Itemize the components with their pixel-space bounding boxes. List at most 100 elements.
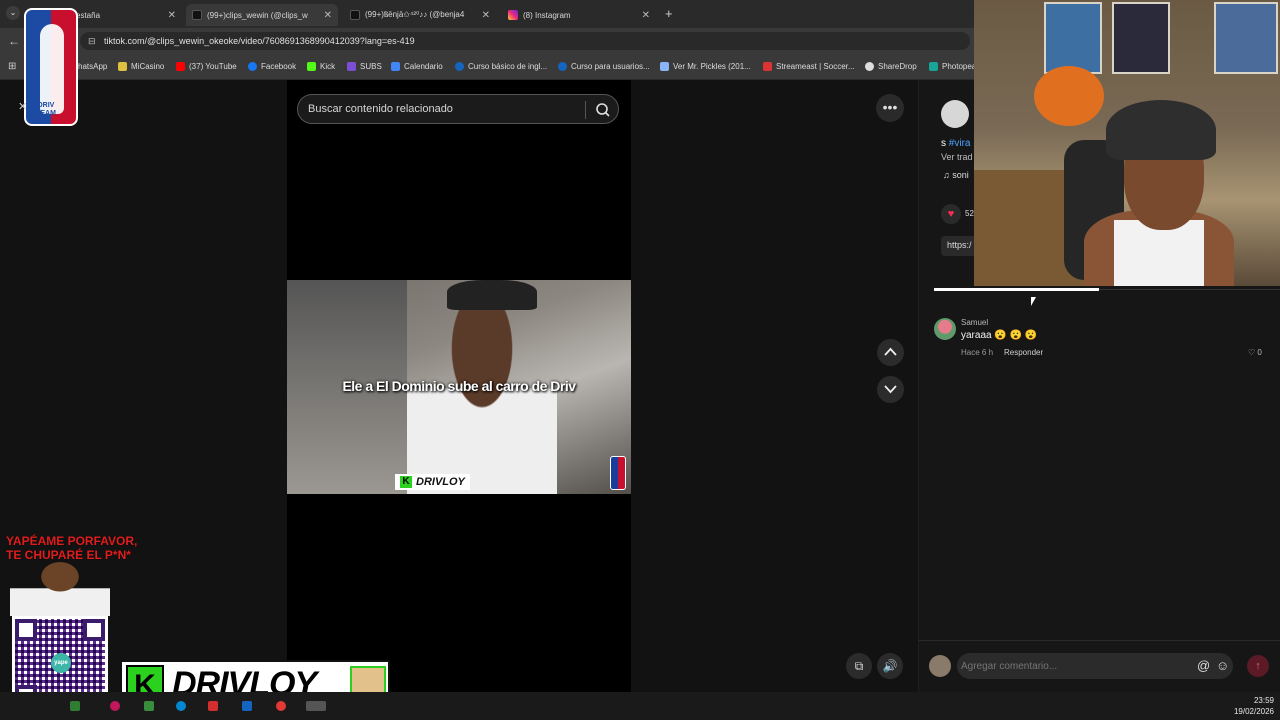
site-info-icon[interactable]: ⊟ xyxy=(88,36,96,47)
picture-in-picture-button[interactable]: ⧉ xyxy=(846,653,872,679)
taskbar-app-icon[interactable] xyxy=(276,701,286,711)
bookmark-facebook[interactable]: Facebook xyxy=(248,62,296,71)
comment-username[interactable]: Samuel xyxy=(961,318,988,327)
bookmark-kick[interactable]: Kick xyxy=(307,62,335,71)
bookmark-label: SUBS xyxy=(360,62,382,71)
new-tab-button[interactable]: + xyxy=(665,6,673,21)
bookmark-label: Photopea xyxy=(942,62,977,71)
kick-icon: K xyxy=(400,476,412,488)
tab-3[interactable]: (99+)Ⲃēnjā✩⁴²⁰♪♪ (@benja4 ✕ xyxy=(344,4,496,26)
mention-icon[interactable]: @ xyxy=(1197,658,1210,673)
calendar-icon xyxy=(391,62,400,71)
chevron-down-icon xyxy=(884,385,897,394)
donation-line-1: YAPÉAME PORFAVOR, xyxy=(6,534,138,548)
bookmark-calendario[interactable]: Calendario xyxy=(391,62,443,71)
apps-grid-icon[interactable]: ⊞ xyxy=(8,61,16,72)
heart-icon[interactable]: ♥ xyxy=(941,204,961,224)
kick-icon xyxy=(307,62,316,71)
url-text: tiktok.com/@clips_wewin_okeoke/video/760… xyxy=(104,36,415,46)
taskbar-app-icon[interactable] xyxy=(242,701,252,711)
bookmark-mr-pickles[interactable]: Ver Mr. Pickles (201... xyxy=(660,62,751,71)
bookmark-photopea[interactable]: Photopea xyxy=(929,62,976,71)
comment-item: Samuel yaraaa 😮 😮 😮 Hace 6 h Responder ♡… xyxy=(934,316,1274,360)
taskbar: 23:59 19/02/2026 xyxy=(0,692,1280,720)
sharedrop-icon xyxy=(865,62,874,71)
taskbar-app-icon[interactable] xyxy=(176,701,186,711)
bookmark-curso-usuarios[interactable]: Curso para usuarios... xyxy=(558,62,650,71)
description-text: s xyxy=(941,138,946,149)
instagram-icon xyxy=(508,10,518,20)
url-field[interactable]: ⊟ tiktok.com/@clips_wewin_okeoke/video/7… xyxy=(80,32,970,50)
tab-search-button[interactable]: ⌄ xyxy=(6,6,20,20)
facebook-icon xyxy=(248,62,257,71)
search-icon[interactable] xyxy=(594,101,612,119)
bookmark-micasino[interactable]: MiCasino xyxy=(118,62,164,71)
creator-avatar[interactable] xyxy=(941,100,969,128)
close-icon[interactable]: ✕ xyxy=(642,10,650,21)
close-icon[interactable]: ✕ xyxy=(324,10,332,21)
previous-video-button[interactable] xyxy=(877,339,904,366)
comment-like-button[interactable]: ♡ 0 xyxy=(1248,348,1262,357)
video-caption: Ele a El Dominio sube al carro de Driv xyxy=(342,378,576,394)
back-arrow-icon[interactable]: ← xyxy=(8,34,20,48)
emoji-icon[interactable]: ☺ xyxy=(1216,658,1229,673)
player-silhouette xyxy=(40,24,64,114)
close-icon[interactable]: ✕ xyxy=(18,100,27,113)
bookmark-label: Facebook xyxy=(261,62,297,71)
taskbar-app-icon[interactable] xyxy=(208,701,218,711)
video-bandana xyxy=(447,280,537,310)
clock-time: 23:59 xyxy=(1253,696,1274,705)
user-avatar xyxy=(929,655,951,677)
sound-link[interactable]: ♫ soni xyxy=(943,170,969,180)
video-person xyxy=(407,300,557,494)
bookmark-youtube[interactable]: (37) YouTube xyxy=(176,62,237,71)
bookmark-sharedrop[interactable]: ShareDrop xyxy=(865,62,917,71)
taskbar-app-icon[interactable] xyxy=(306,701,326,711)
bookmark-subs[interactable]: SUBS xyxy=(347,62,382,71)
more-options-button[interactable]: ••• xyxy=(876,94,904,122)
wall-poster xyxy=(1214,2,1278,74)
tab-1[interactable]: estaña ✕ xyxy=(70,4,182,26)
close-icon[interactable]: ✕ xyxy=(168,10,176,21)
course-icon xyxy=(558,62,567,71)
translate-link[interactable]: Ver trad xyxy=(941,152,973,162)
search-input[interactable]: Buscar contenido relacionado xyxy=(297,94,619,124)
commenter-avatar[interactable] xyxy=(934,318,956,340)
video-tag-text: DRIVLOY xyxy=(416,476,465,488)
streamer-cap xyxy=(1106,100,1216,160)
chevron-up-icon xyxy=(884,347,897,356)
wall-poster xyxy=(1044,2,1102,74)
hashtag-link[interactable]: #vira xyxy=(949,138,971,149)
taskbar-app-icon[interactable] xyxy=(110,701,120,711)
subs-icon xyxy=(347,62,356,71)
comment-input-wrapper: @ ☺ xyxy=(957,653,1233,679)
clock-date: 19/02/2026 xyxy=(1233,707,1274,716)
bookmark-streameast[interactable]: Streameast | Soccer... xyxy=(763,62,855,71)
driv-team-logo: DRIV TEAM xyxy=(24,8,78,126)
volume-button[interactable]: 🔊 xyxy=(877,653,903,679)
yape-logo-icon: yape xyxy=(51,653,71,673)
taskbar-app-icon[interactable] xyxy=(144,701,154,711)
donation-message: YAPÉAME PORFAVOR, TE CHUPARÉ EL P*N* xyxy=(6,534,137,562)
taskbar-app-icon[interactable] xyxy=(70,701,80,711)
search-placeholder: Buscar contenido relacionado xyxy=(308,103,453,115)
mouse-cursor xyxy=(1031,297,1041,306)
search-divider xyxy=(585,101,586,119)
comment-time: Hace 6 h xyxy=(961,348,994,357)
close-icon[interactable]: ✕ xyxy=(482,10,490,21)
bookmark-whatsapp[interactable]: hatsApp xyxy=(78,62,107,71)
comment-input[interactable] xyxy=(961,661,1191,672)
video-description: s #vira xyxy=(941,138,970,149)
active-tab-indicator xyxy=(934,288,1099,291)
system-clock[interactable]: 23:59 19/02/2026 xyxy=(1234,695,1274,717)
tab-4[interactable]: (8) Instagram ✕ xyxy=(502,4,656,26)
video-player[interactable]: Ele a El Dominio sube al carro de Driv K… xyxy=(287,280,631,494)
send-button[interactable]: ↑ xyxy=(1247,655,1269,677)
bookmark-curso-ingles[interactable]: Curso básico de ingl... xyxy=(455,62,547,71)
wall-poster xyxy=(1112,2,1170,74)
video-watermark-tag: K DRIVLOY xyxy=(395,474,470,490)
bookmark-label: (37) YouTube xyxy=(189,62,237,71)
reply-button[interactable]: Responder xyxy=(1004,348,1043,357)
tab-2-active[interactable]: (99+)clips_wewin (@clips_w ✕ xyxy=(186,4,338,26)
next-video-button[interactable] xyxy=(877,376,904,403)
